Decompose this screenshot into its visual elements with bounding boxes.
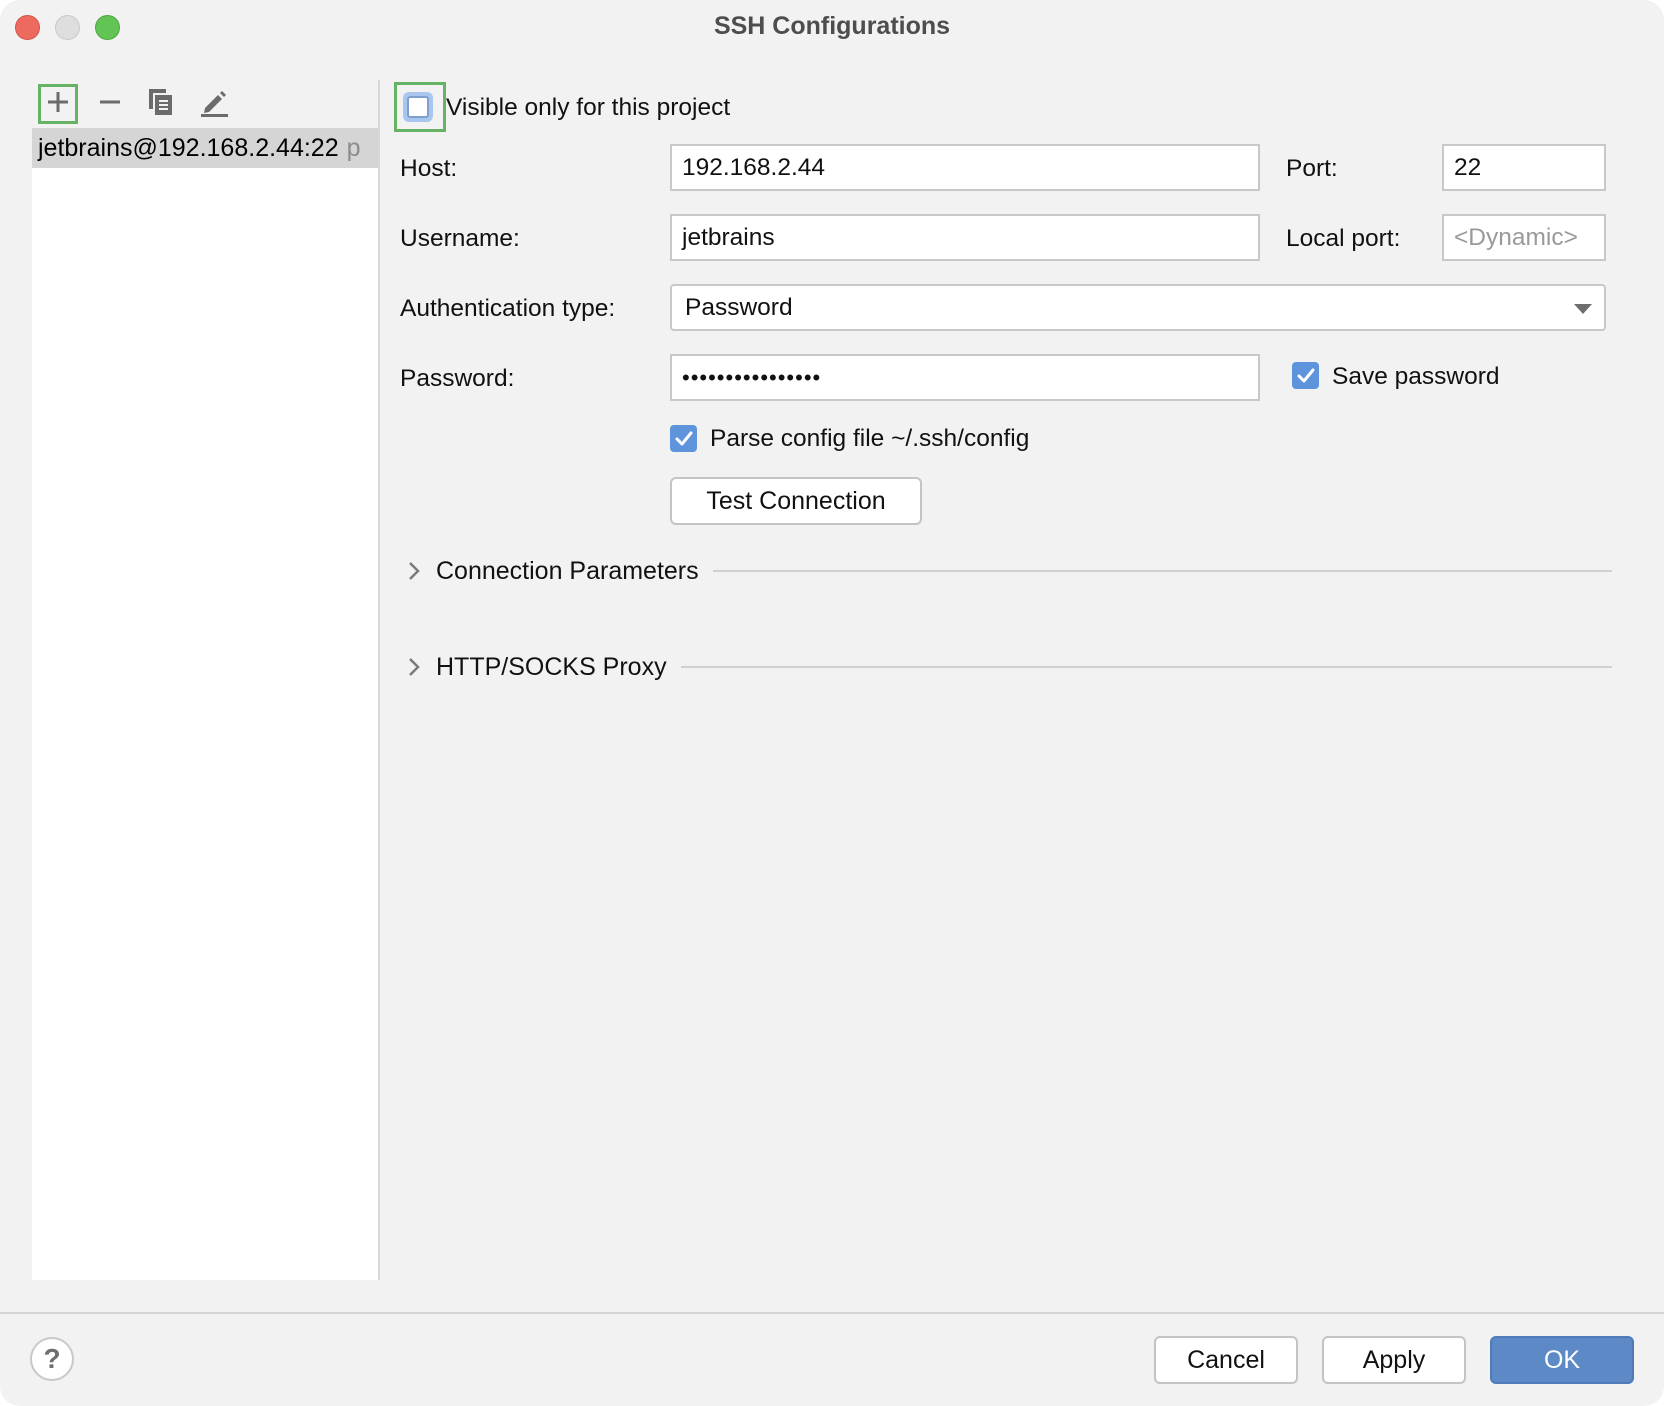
password-input[interactable]: ••••••••••••••••	[670, 354, 1260, 401]
chevron-right-icon	[408, 561, 432, 581]
connection-parameters-section[interactable]: Connection Parameters	[400, 554, 1612, 588]
chevron-down-icon	[1574, 304, 1592, 314]
parse-config-label: Parse config file ~/.ssh/config	[710, 425, 1030, 452]
parse-config-checkbox[interactable]	[670, 425, 697, 452]
chevron-right-icon	[408, 657, 432, 677]
http-socks-proxy-section[interactable]: HTTP/SOCKS Proxy	[400, 650, 1612, 684]
username-input[interactable]: jetbrains	[670, 214, 1260, 261]
section-title: HTTP/SOCKS Proxy	[436, 652, 667, 681]
test-connection-button[interactable]: Test Connection	[670, 477, 922, 525]
checkbox-box	[407, 96, 429, 118]
auth-type-label: Authentication type:	[400, 295, 616, 322]
help-button[interactable]: ?	[30, 1337, 74, 1381]
add-icon	[46, 90, 70, 119]
remove-icon	[98, 90, 122, 119]
local-port-label: Local port:	[1286, 225, 1401, 252]
edit-button[interactable]	[194, 84, 234, 124]
username-label: Username:	[400, 225, 520, 252]
window-title: SSH Configurations	[713, 12, 951, 40]
remove-button[interactable]	[90, 84, 130, 124]
ssh-configurations-dialog: SSH Configurations jetbrains@192.168.2.4…	[0, 0, 1664, 1406]
save-password-checkbox[interactable]	[1292, 362, 1319, 389]
port-label: Port:	[1286, 155, 1338, 182]
edit-icon	[199, 87, 229, 122]
list-item-suffix: p	[346, 134, 361, 162]
auth-type-select[interactable]: Password	[670, 284, 1606, 331]
section-divider	[680, 666, 1612, 668]
visible-only-checkbox[interactable]	[403, 92, 433, 122]
save-password-label: Save password	[1332, 363, 1500, 390]
auth-type-value: Password	[685, 294, 793, 321]
footer-divider	[0, 1312, 1664, 1314]
ok-button[interactable]: OK	[1490, 1336, 1634, 1384]
section-title: Connection Parameters	[436, 556, 699, 585]
password-label: Password:	[400, 365, 515, 392]
local-port-placeholder: <Dynamic>	[1454, 224, 1578, 251]
cancel-button[interactable]: Cancel	[1154, 1336, 1298, 1384]
copy-icon	[148, 88, 174, 121]
visible-only-label: Visible only for this project	[446, 94, 731, 121]
checkmark-icon	[675, 431, 692, 445]
list-item[interactable]: jetbrains@192.168.2.44:22 p	[32, 128, 378, 168]
section-divider	[712, 570, 1612, 572]
apply-button[interactable]: Apply	[1322, 1336, 1466, 1384]
checkmark-icon	[1297, 368, 1314, 382]
help-icon: ?	[43, 1343, 61, 1374]
list-item-label: jetbrains@192.168.2.44:22	[38, 134, 339, 162]
copy-button[interactable]	[141, 84, 181, 124]
panel-splitter[interactable]	[378, 80, 380, 1280]
host-label: Host:	[400, 155, 458, 182]
ssh-config-list: jetbrains@192.168.2.44:22 p	[32, 128, 378, 1280]
add-button[interactable]	[38, 84, 78, 124]
local-port-input[interactable]: <Dynamic>	[1442, 214, 1606, 261]
port-input[interactable]: 22	[1442, 144, 1606, 191]
host-input[interactable]: 192.168.2.44	[670, 144, 1260, 191]
